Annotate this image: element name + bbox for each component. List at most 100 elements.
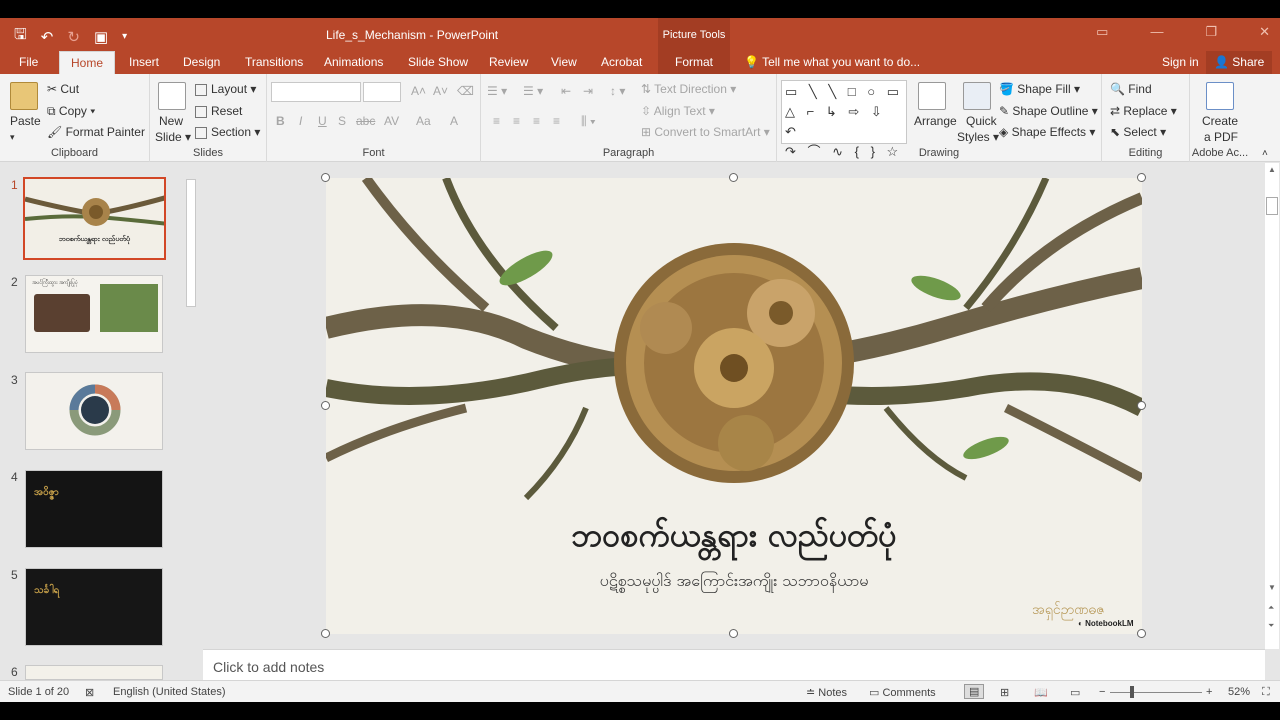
slide-thumbnail-5[interactable]: သင်္ခါရ: [25, 568, 163, 646]
numbering-icon[interactable]: ☰ ▾: [523, 84, 543, 98]
format-painter-button[interactable]: 🖌 Format Painter: [47, 125, 145, 139]
align-left-icon[interactable]: ≡: [493, 114, 500, 128]
start-from-beginning-icon[interactable]: ▣: [94, 28, 108, 46]
reading-view-icon[interactable]: 📖: [1034, 686, 1048, 699]
share-button[interactable]: 👤 Share: [1206, 51, 1273, 74]
tab-slide-show[interactable]: Slide Show: [408, 55, 468, 69]
tab-review[interactable]: Review: [489, 55, 528, 69]
cut-button[interactable]: ✂ Cut: [47, 82, 79, 96]
replace-button[interactable]: ⇄ Replace ▾: [1110, 104, 1177, 118]
increase-indent-icon[interactable]: ⇥: [583, 84, 593, 98]
select-button[interactable]: ⬉ Select ▾: [1110, 125, 1166, 139]
align-right-icon[interactable]: ≡: [533, 114, 540, 128]
paste-dropdown-icon[interactable]: ▾: [10, 132, 15, 143]
clear-formatting-icon[interactable]: ⌫: [457, 84, 474, 98]
quick-styles-label-1[interactable]: Quick: [966, 114, 997, 128]
arrange-icon[interactable]: [918, 82, 946, 110]
font-size-box[interactable]: [363, 82, 401, 102]
shape-outline-button[interactable]: ✎ Shape Outline ▾: [999, 104, 1098, 118]
slideshow-view-icon[interactable]: ▭: [1070, 686, 1080, 699]
comments-toggle[interactable]: ▭ Comments: [869, 686, 936, 699]
text-shadow-button[interactable]: S: [338, 114, 346, 128]
find-button[interactable]: 🔍 Find: [1110, 82, 1152, 96]
character-spacing-button[interactable]: AV: [384, 114, 399, 128]
zoom-slider[interactable]: [1110, 692, 1202, 693]
slide-title[interactable]: ဘဝစက်ယန္တရား လည်ပတ်ပုံ: [326, 514, 1142, 562]
font-color-button[interactable]: A: [450, 114, 458, 128]
section-button[interactable]: Section ▾: [195, 125, 260, 139]
resize-handle-br[interactable]: [1137, 629, 1146, 638]
columns-icon[interactable]: ⫼ ▾: [581, 114, 596, 129]
resize-handle-b[interactable]: [729, 629, 738, 638]
arrange-button[interactable]: Arrange: [914, 114, 957, 128]
save-icon[interactable]: 🖫: [14, 24, 27, 49]
zoom-slider-thumb[interactable]: [1130, 686, 1134, 698]
convert-smartart-button[interactable]: ⊞ Convert to SmartArt ▾: [641, 125, 770, 139]
slide-scrollbar[interactable]: ▲ ▼ ⏶ ⏷: [1265, 163, 1279, 649]
slide-thumbnail-1[interactable]: ဘဝစက်ယန္တရား လည်ပတ်ပုံ: [23, 177, 166, 260]
text-direction-button[interactable]: ⇅ Text Direction ▾: [641, 82, 736, 96]
language-indicator[interactable]: English (United States): [113, 686, 226, 698]
font-name-box[interactable]: [271, 82, 361, 102]
slide-1[interactable]: ဘဝစက်ယန္တရား လည်ပတ်ပုံ ပဋိစ္စသမုပ္ပါဒ် အ…: [326, 178, 1142, 634]
slide-author[interactable]: အရှင်ဉာဏဓဇ: [1032, 600, 1105, 621]
undo-icon[interactable]: ↶: [41, 28, 54, 46]
notes-pane[interactable]: Click to add notes: [203, 649, 1265, 680]
shape-fill-button[interactable]: 🪣 Shape Fill ▾: [999, 82, 1080, 96]
minimize-icon[interactable]: —: [1150, 24, 1163, 40]
tab-animations[interactable]: Animations: [324, 55, 383, 69]
justify-icon[interactable]: ≡: [553, 114, 560, 128]
line-spacing-icon[interactable]: ↕ ▾: [610, 84, 625, 98]
tab-file[interactable]: File: [19, 55, 38, 69]
slide-thumbnail-6[interactable]: [25, 665, 163, 680]
notes-toggle[interactable]: ≐ Notes: [806, 686, 847, 699]
slide-thumbnail-4[interactable]: အဝိဇ္ဇာ: [25, 470, 163, 548]
create-pdf-label-1[interactable]: Create: [1202, 114, 1238, 128]
thumbnail-scrollbar[interactable]: [184, 163, 198, 680]
bold-button[interactable]: B: [276, 114, 285, 128]
resize-handle-tr[interactable]: [1137, 173, 1146, 182]
layout-button[interactable]: Layout ▾: [195, 82, 256, 96]
customize-qat-icon[interactable]: ▾: [122, 31, 127, 42]
underline-button[interactable]: U: [318, 114, 327, 128]
slide-thumbnail-2[interactable]: အပင်ကြီးထွား အကျိုးပြုပုံ: [25, 275, 163, 353]
strikethrough-button[interactable]: abc: [356, 114, 375, 128]
new-slide-label-2[interactable]: Slide ▾: [155, 130, 191, 144]
collapse-ribbon-icon[interactable]: ˄: [1262, 148, 1268, 159]
decrease-indent-icon[interactable]: ⇤: [561, 84, 571, 98]
new-slide-label-1[interactable]: New: [159, 114, 183, 128]
tab-view[interactable]: View: [551, 55, 577, 69]
copy-button[interactable]: ⧉ Copy ▾: [47, 104, 95, 119]
pdf-icon[interactable]: [1206, 82, 1234, 110]
shape-effects-button[interactable]: ◈ Shape Effects ▾: [999, 125, 1095, 139]
tell-me-search[interactable]: 💡 Tell me what you want to do...: [744, 55, 920, 69]
next-slide-icon[interactable]: ⏷: [1268, 621, 1274, 631]
new-slide-icon[interactable]: [158, 82, 186, 110]
scroll-up-icon[interactable]: ▲: [1268, 165, 1276, 174]
tab-insert[interactable]: Insert: [129, 55, 159, 69]
tab-format[interactable]: Format: [658, 51, 730, 74]
tab-design[interactable]: Design: [183, 55, 220, 69]
paste-icon[interactable]: [10, 82, 38, 110]
resize-handle-r[interactable]: [1137, 401, 1146, 410]
shapes-gallery[interactable]: ▭ ╲ ╲ □ ○ ▭ △ ⌐ ↳ ⇨ ⇩ ↶ ↷ ⌒ ∿ { } ☆: [781, 80, 907, 159]
slide-sorter-icon[interactable]: ⊞: [1000, 686, 1009, 699]
slide-scroll-thumb[interactable]: [1266, 197, 1278, 215]
slide-subtitle[interactable]: ပဋိစ္စသမုပ္ပါဒ် အကြောင်းအကျိုး သဘာဝနိယာမ: [326, 570, 1142, 594]
redo-icon[interactable]: ↻: [67, 28, 80, 46]
change-case-button[interactable]: Aa: [416, 114, 431, 128]
quick-styles-icon[interactable]: [963, 82, 991, 110]
quick-styles-label-2[interactable]: Styles ▾: [957, 130, 999, 144]
shrink-font-icon[interactable]: A˅: [433, 84, 448, 98]
align-center-icon[interactable]: ≡: [513, 114, 520, 128]
ribbon-display-options-icon[interactable]: ▭: [1096, 24, 1108, 40]
thumbnail-scroll-thumb[interactable]: [186, 179, 196, 307]
resize-handle-tl[interactable]: [321, 173, 330, 182]
slide-thumbnail-3[interactable]: [25, 372, 163, 450]
tab-home[interactable]: Home: [59, 51, 116, 74]
restore-icon[interactable]: ❐: [1205, 24, 1217, 40]
normal-view-icon[interactable]: ▤: [964, 684, 985, 699]
paste-button[interactable]: Paste: [10, 114, 41, 128]
grow-font-icon[interactable]: A˄: [411, 84, 426, 98]
zoom-in-icon[interactable]: +: [1206, 686, 1212, 698]
